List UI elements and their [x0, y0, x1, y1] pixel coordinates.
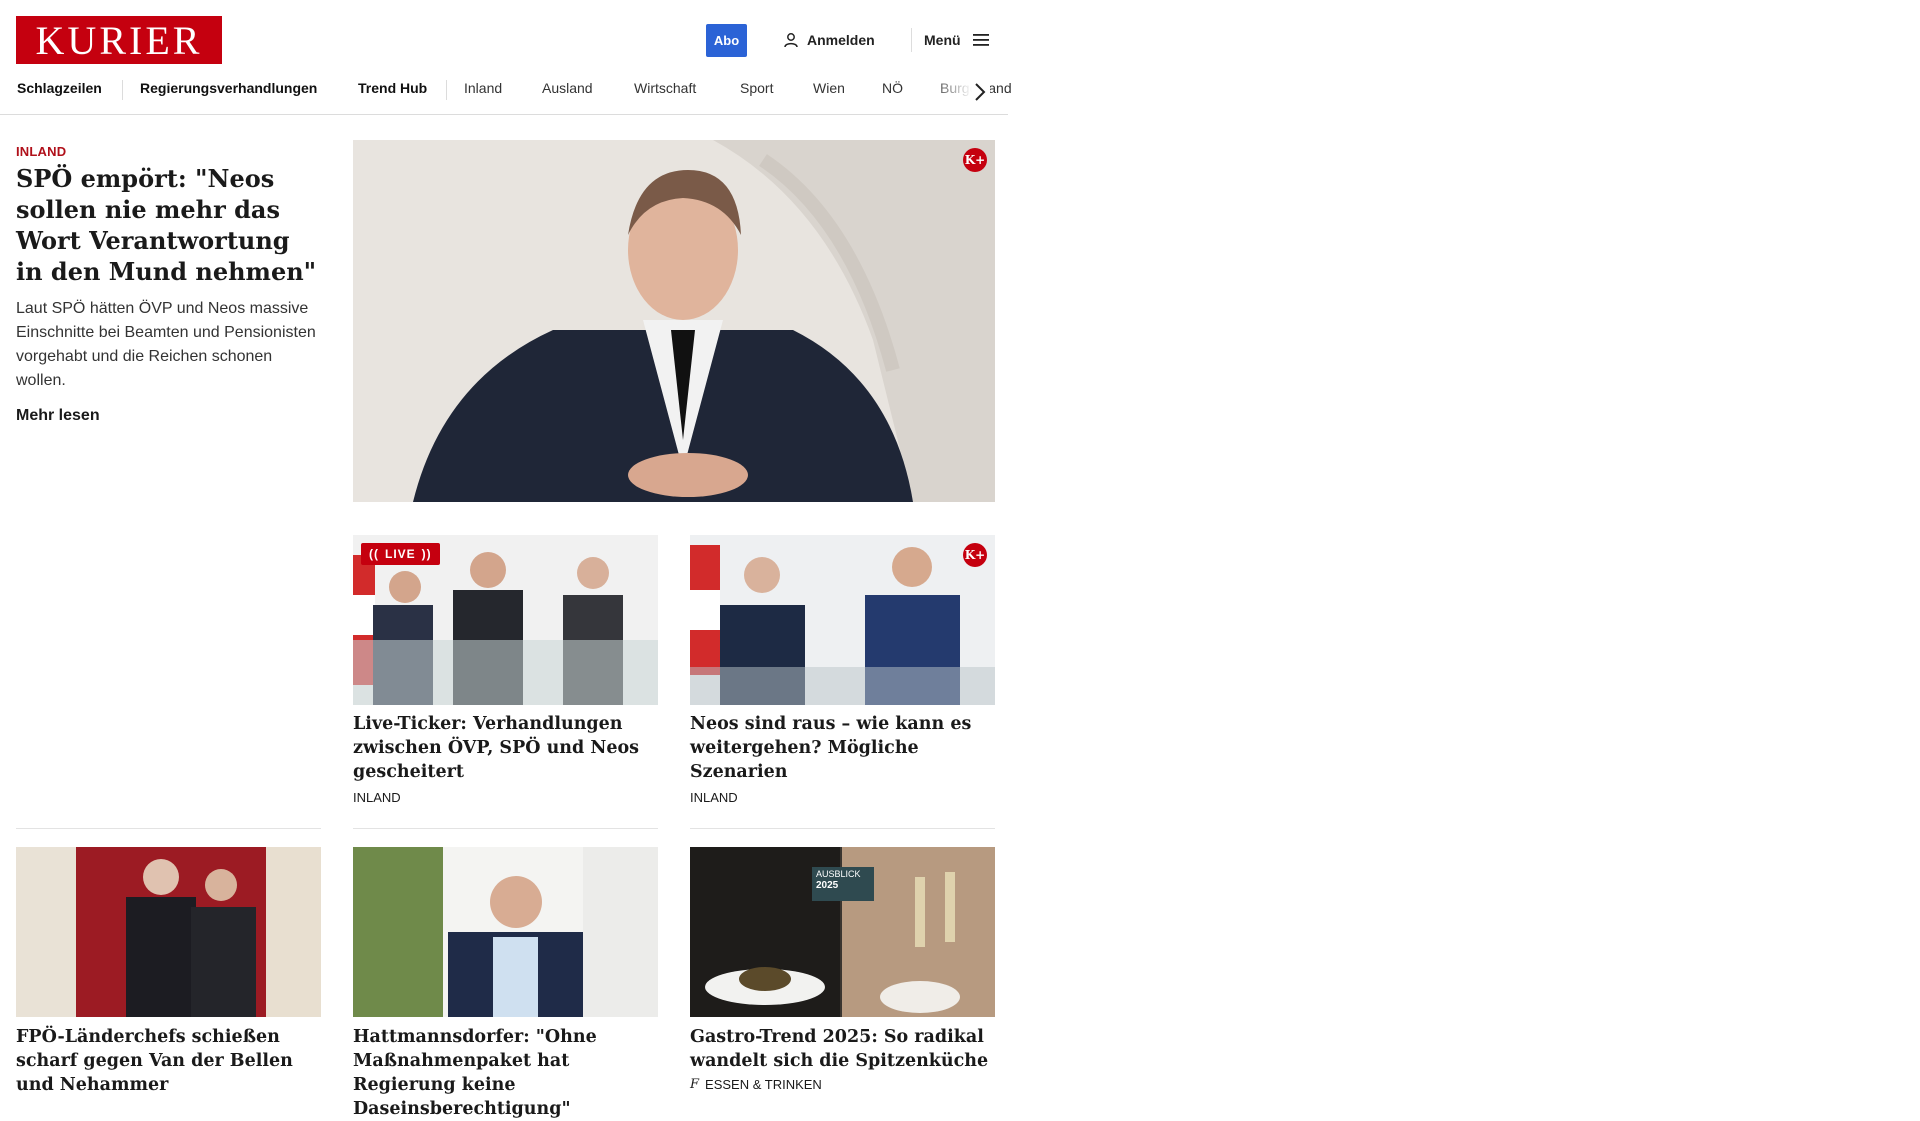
- read-more-link[interactable]: Mehr lesen: [16, 407, 322, 425]
- login-button[interactable]: Anmelden: [783, 28, 875, 52]
- nav-divider: [446, 80, 447, 100]
- lead-photo: [353, 140, 995, 502]
- section-nav: Schlagzeilen Regierungsverhandlungen Tre…: [0, 76, 1012, 115]
- card-photo: [16, 847, 321, 1017]
- card-kicker[interactable]: INLAND: [690, 790, 995, 805]
- ausblick-text: AUSBLICK: [816, 869, 861, 879]
- site-header: KURIER Abo Anmelden Menü: [0, 0, 1010, 80]
- live-icon: ((: [369, 547, 379, 561]
- ausblick-label: AUSBLICK 2025: [812, 867, 874, 901]
- card-photo: [353, 847, 658, 1017]
- nav-item-sport[interactable]: Sport: [740, 80, 773, 96]
- card-photo: [690, 535, 995, 705]
- nav-divider: [122, 80, 123, 100]
- row-divider: [16, 828, 321, 829]
- menu-button[interactable]: Menü: [924, 28, 989, 52]
- kurier-logo[interactable]: KURIER: [16, 16, 222, 64]
- freizeit-icon: f: [690, 1077, 700, 1092]
- live-icon: )): [421, 547, 432, 561]
- live-badge: (( LIVE )): [361, 543, 440, 565]
- card-headline[interactable]: Neos sind raus – wie kann es weitergehen…: [690, 712, 995, 784]
- nav-item-wirtschaft[interactable]: Wirtschaft: [634, 80, 696, 96]
- card-text-fpoe: FPÖ-Länderchefs schießen scharf gegen Va…: [16, 1025, 321, 1097]
- card-headline[interactable]: Gastro-Trend 2025: So radikal wandelt si…: [690, 1025, 995, 1073]
- card-text-gastro: Gastro-Trend 2025: So radikal wandelt si…: [690, 1025, 995, 1092]
- plus-badge-icon: K+: [963, 543, 987, 567]
- card-image-neos[interactable]: K+: [690, 535, 995, 705]
- plus-badge-icon: K+: [963, 148, 987, 172]
- card-text-live-ticker: Live-Ticker: Verhandlungen zwischen ÖVP,…: [353, 712, 658, 805]
- nav-item-noe[interactable]: NÖ: [882, 80, 903, 96]
- nav-item-schlagzeilen[interactable]: Schlagzeilen: [17, 80, 102, 96]
- card-kicker[interactable]: f ESSEN & TRINKEN: [690, 1077, 995, 1092]
- nav-item-wien[interactable]: Wien: [813, 80, 845, 96]
- card-kicker-label: ESSEN & TRINKEN: [705, 1077, 822, 1092]
- ausblick-year: 2025: [816, 880, 839, 891]
- lead-headline[interactable]: SPÖ empört: "Neos sollen nie mehr das Wo…: [16, 163, 322, 287]
- lead-teaser: Laut SPÖ hätten ÖVP und Neos massive Ein…: [16, 300, 316, 389]
- card-headline[interactable]: Hattmannsdorfer: "Ohne Maßnahmenpaket ha…: [353, 1025, 658, 1121]
- abo-button[interactable]: Abo: [706, 24, 747, 57]
- user-icon: [784, 33, 798, 48]
- card-image-hattmannsdorfer[interactable]: [353, 847, 658, 1017]
- login-label: Anmelden: [807, 32, 875, 48]
- row-divider: [690, 828, 995, 829]
- live-label: LIVE: [385, 547, 416, 561]
- row-divider: [353, 828, 658, 829]
- card-text-neos: Neos sind raus – wie kann es weitergehen…: [690, 712, 995, 805]
- nav-item-inland[interactable]: Inland: [464, 80, 502, 96]
- chevron-right-icon[interactable]: [972, 80, 988, 104]
- card-image-fpoe[interactable]: [16, 847, 321, 1017]
- card-image-gastro[interactable]: AUSBLICK 2025: [690, 847, 995, 1017]
- card-text-hattmannsdorfer: Hattmannsdorfer: "Ohne Maßnahmenpaket ha…: [353, 1025, 658, 1121]
- header-divider: [911, 28, 912, 52]
- nav-item-trend-hub[interactable]: Trend Hub: [358, 80, 427, 96]
- card-headline[interactable]: FPÖ-Länderchefs schießen scharf gegen Va…: [16, 1025, 321, 1097]
- lead-image[interactable]: K+: [353, 140, 995, 502]
- nav-item-regierungsverhandlungen[interactable]: Regierungsverhandlungen: [140, 80, 317, 96]
- nav-item-ausland[interactable]: Ausland: [542, 80, 593, 96]
- lead-article-text: INLAND SPÖ empört: "Neos sollen nie mehr…: [16, 144, 322, 425]
- card-image-live-ticker[interactable]: (( LIVE )): [353, 535, 658, 705]
- card-kicker[interactable]: INLAND: [353, 790, 658, 805]
- hamburger-icon: [972, 34, 989, 46]
- card-headline[interactable]: Live-Ticker: Verhandlungen zwischen ÖVP,…: [353, 712, 658, 784]
- lead-kicker[interactable]: INLAND: [16, 144, 322, 159]
- menu-label: Menü: [924, 32, 961, 48]
